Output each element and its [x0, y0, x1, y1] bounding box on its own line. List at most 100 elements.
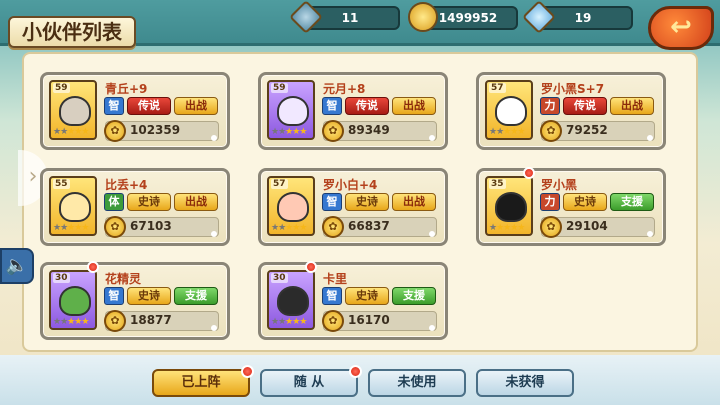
power-row: ✿ 29104 — [540, 216, 655, 238]
selection-indicator — [429, 325, 435, 331]
partner-portrait[interactable]: 57 ★★★★★ — [485, 80, 533, 140]
support-button[interactable]: 支援 — [610, 193, 654, 211]
partner-level: 57 — [271, 179, 288, 189]
attribute-badge: 智 — [322, 287, 342, 305]
power-value: 79252 — [566, 123, 608, 137]
notification-dot — [523, 167, 535, 179]
partner-level: 35 — [489, 179, 506, 189]
paw-power-icon: ✿ — [322, 120, 344, 142]
deploy-button[interactable]: 出战 — [174, 97, 218, 115]
gold-currency[interactable]: 1499952 — [408, 2, 518, 32]
partner-avatar — [59, 192, 91, 222]
power-value: 89349 — [348, 123, 390, 137]
partner-portrait[interactable]: 59 ★★★★★ — [267, 80, 315, 140]
paw-power-icon: ✿ — [322, 310, 344, 332]
selection-indicator — [429, 135, 435, 141]
selection-indicator — [647, 231, 653, 237]
partner-stars: ★★★★★ — [271, 223, 307, 233]
selection-indicator — [429, 231, 435, 237]
partner-card[interactable]: 59 ★★★★★ 元月+8 智传说 出战 ✿ 89349 — [258, 72, 448, 150]
star-icon: ★ — [517, 127, 525, 137]
paw-power-icon: ✿ — [322, 216, 344, 238]
partner-portrait[interactable]: 55 ★★★★★ — [49, 176, 97, 236]
partner-stars: ★★★★★ — [489, 127, 525, 137]
tab-deployed[interactable]: 已上阵 — [152, 365, 254, 397]
partner-name: 花精灵 — [105, 272, 142, 286]
partner-level: 30 — [53, 273, 70, 283]
selection-indicator — [211, 135, 217, 141]
support-button[interactable]: 支援 — [392, 287, 436, 305]
star-icon: ★ — [81, 223, 89, 233]
deploy-button[interactable]: 出战 — [392, 97, 436, 115]
partner-avatar — [277, 192, 309, 222]
partner-level: 57 — [489, 83, 506, 93]
power-value: 29104 — [566, 219, 608, 233]
diamond-icon — [522, 0, 556, 34]
partner-portrait[interactable]: 30 ★★★★★ — [267, 270, 315, 330]
partner-name: 青丘+9 — [105, 82, 148, 96]
partner-portrait[interactable]: 59 ★★★★★ — [49, 80, 97, 140]
partner-avatar — [277, 96, 309, 126]
crystal-currency[interactable]: 11 — [289, 0, 400, 34]
notification-dot — [305, 261, 317, 273]
deploy-button[interactable]: 出战 — [610, 97, 654, 115]
partner-card[interactable]: 55 ★★★★★ 比丢+4 体史诗 出战 ✿ 67103 — [40, 168, 230, 246]
support-button[interactable]: 支援 — [174, 287, 218, 305]
star-icon: ★ — [299, 223, 307, 233]
back-button[interactable]: ↩ — [648, 6, 714, 50]
partner-name: 卡里 — [323, 272, 348, 286]
notification-dot — [87, 261, 99, 273]
diamond-value: 19 — [574, 11, 592, 25]
partner-card[interactable]: 57 ★★★★★ 罗小黑S+7 力传说 出战 ✿ 79252 — [476, 72, 666, 150]
attribute-badge: 智 — [104, 97, 124, 115]
rarity-badge: 史诗 — [345, 193, 389, 211]
selection-indicator — [647, 135, 653, 141]
partner-card[interactable]: 59 ★★★★★ 青丘+9 智传说 出战 ✿ 102359 — [40, 72, 230, 150]
partner-card[interactable]: 30 ★★★★★ 卡里智史诗 支援 ✿ 16170 — [258, 261, 448, 340]
partner-portrait[interactable]: 57 ★★★★★ — [267, 176, 315, 236]
partner-stars: ★★★★★ — [53, 127, 89, 137]
partner-stars: ★★★★★ — [53, 223, 89, 233]
deploy-button[interactable]: 出战 — [392, 193, 436, 211]
power-row: ✿ 16170 — [322, 310, 437, 332]
paw-power-icon: ✿ — [104, 216, 126, 238]
partner-portrait[interactable]: 30 ★★★★★ — [49, 270, 97, 330]
power-row: ✿ 102359 — [104, 120, 219, 142]
speaker-icon[interactable]: 🔈 — [0, 248, 34, 284]
rarity-badge: 传说 — [563, 97, 607, 115]
attribute-badge: 智 — [322, 97, 342, 115]
partner-portrait[interactable]: 35 ★★★★★ — [485, 176, 533, 236]
tab-unobtained[interactable]: 未获得 — [476, 369, 574, 397]
partner-avatar — [59, 96, 91, 126]
partner-level: 59 — [271, 83, 288, 93]
selection-indicator — [211, 231, 217, 237]
power-value: 102359 — [130, 123, 181, 137]
rarity-badge: 史诗 — [345, 287, 389, 305]
power-value: 66837 — [348, 219, 390, 233]
crystal-value: 11 — [341, 11, 359, 25]
notification-dot — [241, 365, 254, 378]
partner-card[interactable]: 35 ★★★★★ 罗小黑力史诗 支援 ✿ 29104 — [476, 167, 666, 246]
diamond-currency[interactable]: 19 — [522, 0, 633, 34]
rarity-badge: 史诗 — [127, 193, 171, 211]
partner-avatar — [59, 286, 91, 316]
partner-level: 59 — [53, 83, 70, 93]
star-icon: ★ — [81, 127, 89, 137]
power-value: 16170 — [348, 313, 390, 327]
star-icon: ★ — [517, 223, 525, 233]
rarity-badge: 史诗 — [127, 287, 171, 305]
partner-card[interactable]: 30 ★★★★★ 花精灵智史诗 支援 ✿ 18877 — [40, 261, 230, 340]
rarity-badge: 传说 — [127, 97, 171, 115]
partner-name: 比丢+4 — [105, 178, 148, 192]
paw-power-icon: ✿ — [540, 120, 562, 142]
gold-value: 1499952 — [438, 11, 498, 25]
partner-stars: ★★★★★ — [53, 317, 89, 327]
partner-level: 55 — [53, 179, 70, 189]
partner-stars: ★★★★★ — [489, 223, 525, 233]
tab-unused[interactable]: 未使用 — [368, 369, 466, 397]
tab-followers[interactable]: 随 从 — [260, 365, 362, 397]
partner-card[interactable]: 57 ★★★★★ 罗小白+4 智史诗 出战 ✿ 66837 — [258, 168, 448, 246]
partner-level: 30 — [271, 273, 288, 283]
deploy-button[interactable]: 出战 — [174, 193, 218, 211]
power-row: ✿ 66837 — [322, 216, 437, 238]
